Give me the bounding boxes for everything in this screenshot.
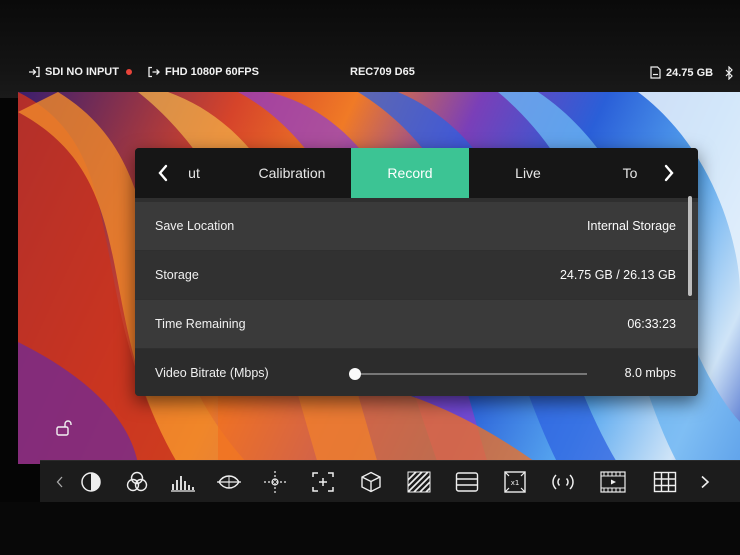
- format-label: FHD 1080P 60FPS: [165, 66, 259, 78]
- chevron-left-icon: [158, 164, 168, 182]
- filmstrip-icon: [600, 471, 626, 493]
- unlock-icon: [56, 420, 72, 436]
- tab-next-button[interactable]: [657, 161, 681, 185]
- chevron-right-icon: [701, 475, 710, 489]
- frame-guide-button[interactable]: [310, 469, 336, 495]
- 3d-lut-button[interactable]: [358, 469, 384, 495]
- row-value: Internal Storage: [587, 219, 676, 233]
- color-space-label: REC709 D65: [350, 66, 415, 78]
- histogram-icon: [171, 476, 195, 492]
- tab-label: ut: [188, 165, 200, 181]
- svg-text:x1: x1: [511, 479, 520, 487]
- sd-card-icon: [650, 66, 661, 79]
- input-icon: [29, 66, 40, 78]
- record-settings-panel: ut Calibration Record Live To Save Locat…: [135, 148, 698, 396]
- tools-toolbar: x1: [40, 460, 740, 502]
- device-bezel: [0, 502, 740, 555]
- screen-lock-button[interactable]: [56, 420, 74, 441]
- time-remaining-row: Time Remaining 06:33:23: [135, 300, 698, 348]
- color-space-status[interactable]: REC709 D65: [350, 66, 415, 78]
- status-bar: SDI NO INPUT FHD 1080P 60FPS REC709 D65 …: [0, 0, 740, 98]
- video-bitrate-row: Video Bitrate (Mbps) 8.0 mbps: [135, 349, 698, 396]
- tab-record[interactable]: Record: [351, 148, 469, 198]
- row-value: 06:33:23: [627, 317, 676, 331]
- storage-row: Storage 24.75 GB / 26.13 GB: [135, 251, 698, 299]
- zebra-button[interactable]: [406, 469, 432, 495]
- bluetooth-icon: [725, 66, 733, 80]
- audio-icon: [552, 474, 574, 490]
- chevron-right-icon: [664, 164, 674, 182]
- waveform-icon: [455, 472, 479, 492]
- output-icon: [148, 66, 160, 78]
- 3d-lut-icon: [361, 471, 381, 493]
- histogram-button[interactable]: [170, 469, 196, 495]
- anamorphic-icon: x1: [504, 471, 526, 493]
- tab-tools[interactable]: To: [605, 148, 655, 198]
- row-label: Save Location: [155, 219, 235, 233]
- toolbar-next-button[interactable]: [696, 469, 714, 495]
- vectorscope-icon: [217, 475, 241, 489]
- menu-scrollbar[interactable]: [688, 196, 692, 296]
- frame-guide-icon: [312, 472, 334, 492]
- grid-icon: [653, 471, 677, 493]
- menu-tabs: ut Calibration Record Live To: [135, 148, 698, 198]
- false-color-icon: [81, 472, 101, 492]
- storage-status[interactable]: 24.75 GB: [650, 66, 713, 79]
- zebra-icon: [407, 471, 431, 493]
- input-label: SDI NO INPUT: [45, 66, 119, 78]
- row-label: Storage: [155, 268, 199, 282]
- tab-label: Calibration: [258, 165, 326, 181]
- input-status[interactable]: SDI NO INPUT: [28, 66, 132, 78]
- crosshair-icon: [264, 471, 286, 493]
- false-color-button[interactable]: [78, 469, 104, 495]
- format-status[interactable]: FHD 1080P 60FPS: [148, 66, 259, 78]
- filmstrip-button[interactable]: [600, 469, 626, 495]
- tab-live[interactable]: Live: [469, 148, 587, 198]
- tab-label: Live: [515, 165, 541, 181]
- anamorphic-button[interactable]: x1: [502, 469, 528, 495]
- row-value: 24.75 GB / 26.13 GB: [559, 268, 676, 282]
- tab-prev-button[interactable]: [151, 161, 175, 185]
- no-signal-dot: [125, 69, 132, 75]
- save-location-row[interactable]: Save Location Internal Storage: [135, 202, 698, 250]
- tab-calibration[interactable]: Calibration: [233, 148, 351, 198]
- row-label: Time Remaining: [155, 317, 246, 331]
- tab-label: To: [622, 165, 638, 181]
- bluetooth-status[interactable]: [724, 66, 734, 80]
- chevron-left-icon: [56, 476, 63, 488]
- row-label: Video Bitrate (Mbps): [155, 365, 269, 380]
- waveform-button[interactable]: [454, 469, 480, 495]
- grid-button[interactable]: [652, 469, 678, 495]
- rgb-overlay-icon: [126, 471, 148, 492]
- toolbar-prev-button[interactable]: [52, 469, 68, 495]
- crosshair-button[interactable]: [262, 469, 288, 495]
- bitrate-slider[interactable]: [349, 368, 587, 380]
- tab-label: Record: [387, 165, 433, 181]
- vectorscope-button[interactable]: [216, 469, 242, 495]
- bitrate-slider-knob[interactable]: [349, 368, 361, 380]
- audio-button[interactable]: [550, 469, 576, 495]
- tab-layout[interactable]: ut: [181, 148, 207, 198]
- rgb-overlay-button[interactable]: [124, 469, 150, 495]
- row-value: 8.0 mbps: [624, 365, 676, 380]
- storage-label: 24.75 GB: [666, 66, 714, 79]
